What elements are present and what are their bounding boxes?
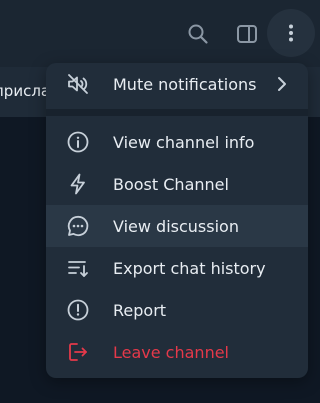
sidebar-panel-icon	[237, 25, 257, 43]
menu-item-label: Leave channel	[113, 342, 229, 362]
boost-icon	[66, 172, 90, 196]
menu-item-label: View discussion	[113, 216, 239, 236]
menu-item-boost-channel[interactable]: Boost Channel	[46, 163, 308, 205]
menu-item-export-chat-history[interactable]: Export chat history	[46, 247, 308, 289]
menu-item-label: Export chat history	[113, 258, 266, 278]
discussion-icon	[66, 214, 90, 238]
menu-item-report[interactable]: Report	[46, 289, 308, 331]
menu-item-view-discussion[interactable]: View discussion	[46, 205, 308, 247]
menu-divider	[46, 109, 308, 116]
menu-item-label: Mute notifications	[113, 74, 257, 94]
search-button[interactable]	[180, 14, 216, 54]
menu-item-label: View channel info	[113, 132, 255, 152]
menu-item-view-channel-info[interactable]: View channel info	[46, 121, 308, 163]
more-options-button[interactable]	[267, 9, 315, 57]
search-icon	[188, 24, 208, 44]
more-vertical-icon	[289, 24, 293, 42]
context-menu: Mute notifications View channel info Boo…	[46, 63, 308, 378]
report-icon	[66, 298, 90, 322]
chat-header	[0, 0, 320, 67]
menu-item-leave-channel[interactable]: Leave channel	[46, 331, 308, 373]
pinned-message-text: присла	[0, 82, 51, 100]
toggle-sidebar-button[interactable]	[229, 14, 265, 54]
menu-item-mute-notifications[interactable]: Mute notifications	[46, 63, 308, 105]
info-icon	[66, 130, 90, 154]
mute-icon	[66, 72, 90, 96]
chevron-right-icon	[270, 72, 294, 96]
menu-item-label: Report	[113, 300, 167, 320]
menu-item-label: Boost Channel	[113, 174, 229, 194]
leave-icon	[66, 340, 90, 364]
export-icon	[66, 256, 90, 280]
